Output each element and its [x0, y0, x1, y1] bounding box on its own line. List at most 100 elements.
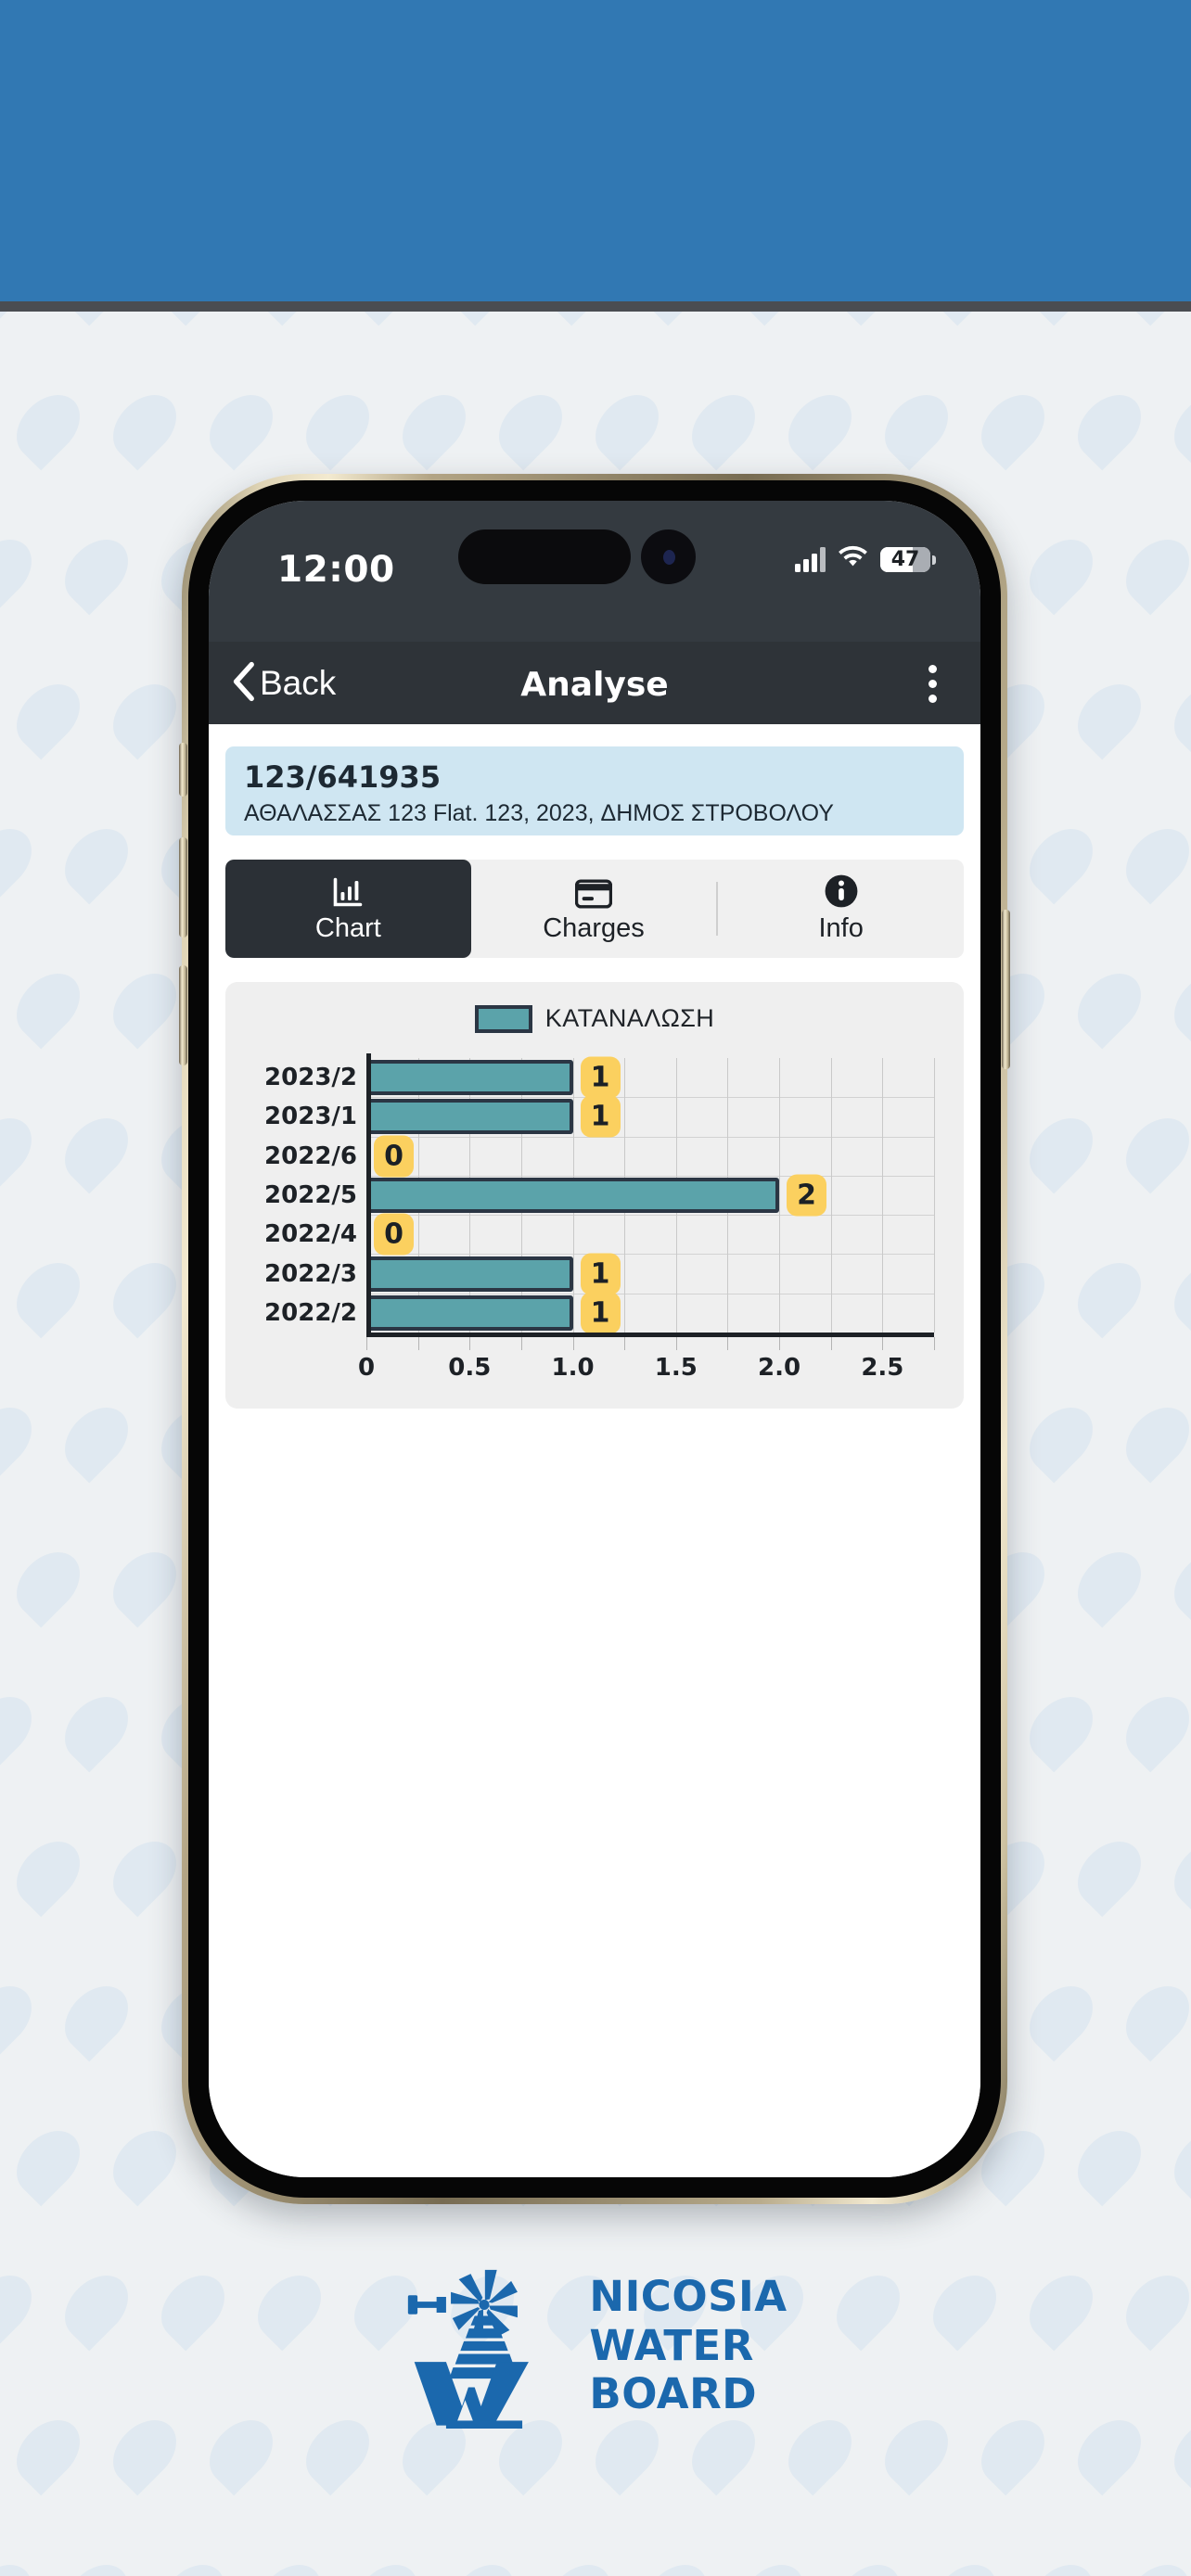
cellular-signal-icon — [795, 546, 826, 572]
water-drop-icon — [824, 2552, 913, 2576]
chart-category-label: 2023/2 — [264, 1064, 357, 1092]
water-drop-icon — [52, 1395, 141, 1484]
water-drop-icon — [52, 527, 141, 616]
chart-x-tick-label: 1.0 — [551, 1354, 595, 1382]
chart-bar[interactable] — [366, 1178, 780, 1213]
status-indicators: 47 — [795, 545, 936, 573]
chart-tick-mark — [779, 1337, 781, 1350]
water-drop-icon — [148, 2552, 237, 2576]
power-button[interactable] — [1002, 910, 1010, 1069]
logo-line-3: BOARD — [589, 2369, 758, 2419]
water-drop-icon — [341, 311, 430, 326]
water-drop-icon — [727, 311, 816, 326]
water-drop-icon — [0, 527, 45, 616]
water-drop-icon — [1113, 2552, 1191, 2576]
windmill-w-logo-icon — [403, 2264, 565, 2429]
screen-content: 123/641935 ΑΘΑΛΑΣΣΑΣ 123 Flat. 123, 2023… — [209, 724, 980, 2177]
chart-gridline-vertical — [830, 1058, 832, 1333]
water-drop-icon — [1065, 1829, 1154, 1918]
chart-bar[interactable] — [366, 1060, 573, 1096]
water-drop-icon — [872, 382, 961, 471]
wifi-icon — [838, 545, 868, 573]
water-drop-icon — [100, 1250, 189, 1339]
account-summary-card[interactable]: 123/641935 ΑΘΑΛΑΣΣΑΣ 123 Flat. 123, 2023… — [225, 746, 964, 835]
navigation-bar: Back Analyse — [209, 642, 980, 724]
water-drop-icon — [1161, 2118, 1191, 2207]
account-address: ΑΘΑΛΑΣΣΑΣ 123 Flat. 123, 2023, ΔΗΜΟΣ ΣΤΡ… — [244, 800, 834, 827]
status-time: 12:00 — [277, 549, 395, 591]
water-drop-icon — [1017, 1395, 1106, 1484]
water-drop-icon — [1113, 1684, 1191, 1773]
water-drop-icon — [4, 1829, 93, 1918]
water-drop-icon — [100, 1829, 189, 1918]
chart-category-label: 2022/6 — [264, 1141, 357, 1170]
tab-info-label: Info — [818, 913, 864, 943]
logo-line-1: NICOSIA — [589, 2271, 788, 2321]
dynamic-island — [458, 529, 631, 584]
water-drop-icon — [0, 816, 45, 905]
more-vertical-icon[interactable] — [910, 658, 954, 708]
chart-gridline-horizontal — [366, 1254, 934, 1256]
water-drop-icon — [1161, 382, 1191, 471]
water-drop-icon — [1017, 816, 1106, 905]
battery-percent: 47 — [890, 547, 920, 571]
chart-tick-mark — [675, 1337, 677, 1350]
water-drop-icon — [1161, 1250, 1191, 1339]
water-drop-icon — [100, 961, 189, 1050]
chart-tick-mark — [520, 1337, 522, 1350]
tab-chart[interactable]: Chart — [225, 860, 471, 958]
chart-x-tick-label: 0.5 — [448, 1354, 492, 1382]
chart-category-label: 2022/4 — [264, 1220, 357, 1249]
water-drop-icon — [534, 311, 623, 326]
mute-switch-button[interactable] — [179, 743, 187, 797]
water-drop-icon — [100, 382, 189, 471]
water-drop-icon — [1017, 527, 1106, 616]
water-drop-icon — [1161, 1829, 1191, 1918]
chart-category-axis: 2023/2 2023/1 2022/6 2022/5 2022/4 2022/3 2022… — [264, 1058, 366, 1333]
chart-bar[interactable] — [366, 1099, 573, 1135]
camera-lens — [663, 550, 675, 565]
tab-info[interactable]: Info — [718, 860, 964, 958]
water-drop-icon — [341, 2552, 430, 2576]
chart-value-badge: 0 — [374, 1135, 414, 1178]
phone-screen: 12:00 47 Back Analyse 123/641935 ΑΘΑΛΑΣΣ… — [209, 501, 980, 2177]
tab-chart-label: Chart — [314, 913, 381, 943]
chart-bar[interactable] — [366, 1294, 573, 1331]
info-circle-icon — [823, 874, 860, 909]
tab-charges[interactable]: Charges — [471, 860, 717, 958]
chart-tick-mark — [727, 1337, 729, 1350]
water-drop-icon — [1017, 2552, 1106, 2576]
chart-plot-area: 1102011 — [366, 1056, 935, 1334]
consumption-chart-card: ΚΑΤΑΝΑΛΩΣΗ 2023/2 2023/1 2022/6 2022/5 2022/… — [225, 982, 964, 1409]
front-camera-icon — [641, 529, 696, 584]
water-drop-icon — [0, 2552, 45, 2576]
water-drop-icon — [0, 1105, 45, 1194]
account-number: 123/641935 — [244, 759, 442, 795]
water-drop-icon — [1017, 1684, 1106, 1773]
chart-x-tick-label: 2.5 — [861, 1354, 904, 1382]
volume-up-button[interactable] — [179, 837, 187, 937]
logo-line-2: WATER — [589, 2320, 754, 2370]
chart-bar[interactable] — [366, 1256, 573, 1292]
app-banner — [0, 0, 1191, 301]
water-drop-icon — [245, 311, 334, 326]
water-drop-icon — [1113, 1395, 1191, 1484]
water-drop-icon — [775, 382, 864, 471]
chart-x-tick-label: 2.0 — [758, 1354, 801, 1382]
water-drop-icon — [486, 382, 575, 471]
water-drop-icon — [52, 1973, 141, 2062]
chart-gridline-horizontal — [366, 1136, 934, 1138]
logo-wordmark: NICOSIA WATER BOARD — [589, 2271, 788, 2419]
water-drop-icon — [1065, 961, 1154, 1050]
chart-value-badge: 1 — [580, 1292, 621, 1334]
tab-bar: Chart Charges Info — [225, 860, 964, 958]
water-drop-icon — [1017, 1973, 1106, 2062]
chart-gridline-vertical — [934, 1058, 935, 1333]
water-drop-icon — [52, 816, 141, 905]
chart-tick-mark — [366, 1337, 367, 1350]
volume-down-button[interactable] — [179, 965, 187, 1065]
chart-gridline-horizontal — [366, 1215, 934, 1217]
water-drop-icon — [0, 1684, 45, 1773]
tab-charges-label: Charges — [543, 913, 645, 943]
water-drop-icon — [727, 2552, 816, 2576]
